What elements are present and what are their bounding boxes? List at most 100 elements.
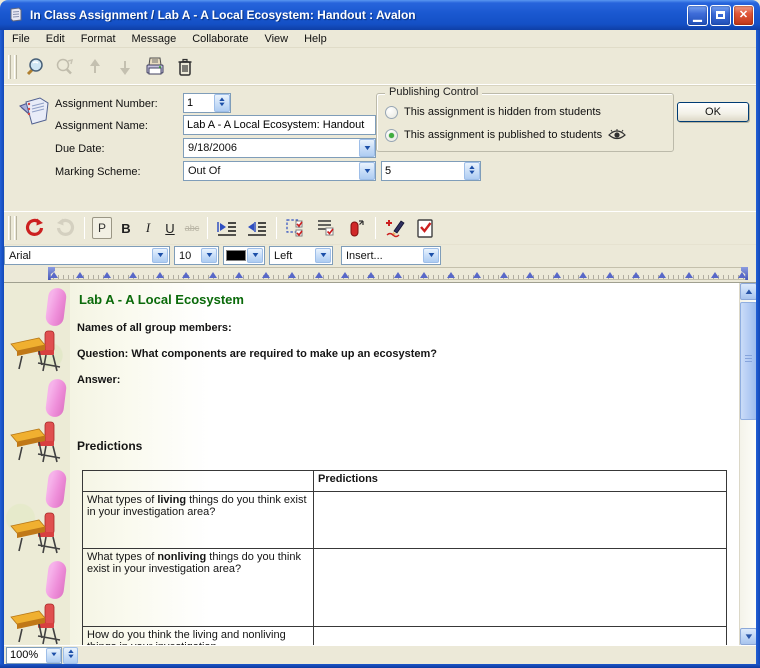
published-option-row[interactable]: This assignment is published to students xyxy=(385,127,626,143)
font-color-dropdown-button[interactable]: ▼ xyxy=(247,248,263,263)
stationery-tile xyxy=(4,283,70,374)
menu-edit[interactable]: Edit xyxy=(38,31,73,47)
chevron-down-icon: ▼ xyxy=(426,252,436,259)
approve-button[interactable] xyxy=(412,215,438,241)
due-date-label: Due Date: xyxy=(55,139,105,159)
insert-dropdown[interactable]: Insert... ▼ xyxy=(341,246,441,265)
document-content[interactable]: Lab A - A Local Ecosystem Names of all g… xyxy=(70,283,739,645)
out-of-stepper[interactable]: ▲▼ xyxy=(381,161,481,181)
font-family-dropdown-button[interactable]: ▼ xyxy=(152,248,168,263)
zoom-dropdown-button[interactable]: ▼ xyxy=(46,648,61,663)
undo-button[interactable] xyxy=(22,215,48,241)
answer-line: Answer: xyxy=(77,374,120,386)
italic-button[interactable]: I xyxy=(137,220,159,236)
redo-button[interactable] xyxy=(52,215,78,241)
paragraph-button[interactable]: P xyxy=(92,217,112,239)
hidden-radio[interactable] xyxy=(385,106,398,119)
find-next-button[interactable] xyxy=(52,54,78,80)
due-date-dropdown-button[interactable]: ▼ xyxy=(359,139,375,157)
vertical-scrollbar[interactable]: ▲ ▼ xyxy=(739,283,756,645)
answer-cell[interactable] xyxy=(314,492,727,549)
menu-view[interactable]: View xyxy=(256,31,296,47)
minimize-button[interactable]: ▁ xyxy=(687,5,708,26)
editor-toolbar-grip[interactable] xyxy=(8,216,11,240)
checklist-button[interactable] xyxy=(313,215,339,241)
stationery-tile xyxy=(4,556,70,645)
assignment-name-field[interactable] xyxy=(183,115,376,135)
add-annotation-icon xyxy=(384,217,406,239)
marker-button[interactable] xyxy=(343,215,369,241)
toolbar-grip-2[interactable] xyxy=(14,55,17,79)
header-cell-empty xyxy=(83,471,314,492)
ok-button[interactable]: OK xyxy=(677,102,749,122)
answer-cell[interactable] xyxy=(314,627,727,646)
marking-scheme-dropdown[interactable]: Out Of ▼ xyxy=(183,161,376,181)
assignment-number-spin-buttons[interactable]: ▲▼ xyxy=(214,94,230,112)
chevron-down-icon: ▼ xyxy=(318,252,328,259)
chevron-down-icon: ▼ xyxy=(362,145,372,152)
font-size-dropdown-button[interactable]: ▼ xyxy=(201,248,217,263)
indent-button[interactable] xyxy=(214,215,240,241)
outdent-button[interactable] xyxy=(244,215,270,241)
published-radio[interactable] xyxy=(385,129,398,142)
menu-collaborate[interactable]: Collaborate xyxy=(184,31,256,47)
font-color-swatch xyxy=(226,250,246,261)
select-objects-button[interactable] xyxy=(283,215,309,241)
search-icon xyxy=(24,56,46,78)
menu-format[interactable]: Format xyxy=(73,31,124,47)
marking-scheme-dropdown-button[interactable]: ▼ xyxy=(359,162,375,180)
document-editor-area[interactable]: Lab A - A Local Ecosystem Names of all g… xyxy=(4,282,756,645)
font-color-dropdown[interactable]: ▼ xyxy=(223,246,265,265)
menu-file[interactable]: File xyxy=(4,31,38,47)
due-date-dropdown[interactable]: 9/18/2006 ▼ xyxy=(183,138,376,158)
insert-dropdown-button[interactable]: ▼ xyxy=(423,248,439,263)
zoom-spin-buttons[interactable]: ▲▼ xyxy=(63,647,78,664)
alignment-value: Left xyxy=(274,250,292,262)
next-item-icon xyxy=(115,57,135,77)
assignment-icon xyxy=(16,94,56,134)
maximize-button[interactable] xyxy=(710,5,731,26)
previous-item-button[interactable] xyxy=(82,54,108,80)
toolbar-separator xyxy=(84,217,85,239)
question-line: Question: What components are required t… xyxy=(77,348,437,360)
font-family-dropdown[interactable]: Arial ▼ xyxy=(4,246,170,265)
bold-button[interactable]: B xyxy=(115,221,137,236)
menu-message[interactable]: Message xyxy=(124,31,185,47)
header-cell-predictions: Predictions xyxy=(314,471,727,492)
assignment-form: Assignment Number: Assignment Name: Due … xyxy=(4,88,756,209)
stationery-border xyxy=(4,283,70,645)
strikethrough-button[interactable]: abc xyxy=(181,223,203,233)
scrollbar-thumb[interactable] xyxy=(740,302,756,420)
marking-scheme-value[interactable]: Out Of xyxy=(183,161,376,181)
toolbar-separator xyxy=(276,217,277,239)
table-row: What types of living things do you think… xyxy=(83,492,727,549)
add-annotation-button[interactable] xyxy=(382,215,408,241)
alignment-dropdown[interactable]: Left ▼ xyxy=(269,246,333,265)
hidden-option-row[interactable]: This assignment is hidden from students xyxy=(385,104,601,120)
underline-button[interactable]: U xyxy=(159,221,181,236)
toolbar-separator xyxy=(207,217,208,239)
print-button[interactable] xyxy=(142,54,168,80)
zoom-control[interactable]: 100% ▼ ▲▼ xyxy=(6,647,78,664)
red-marker-icon xyxy=(346,217,366,239)
editor-toolbar-grip-2[interactable] xyxy=(14,216,17,240)
font-toolbar: Arial ▼ 10 ▼ ▼ Left ▼ Insert... ▼ xyxy=(4,246,756,265)
alignment-dropdown-button[interactable]: ▼ xyxy=(315,248,331,263)
toolbar-grip[interactable] xyxy=(8,55,11,79)
due-date-value[interactable]: 9/18/2006 xyxy=(183,138,376,158)
scroll-down-button[interactable]: ▼ xyxy=(740,628,756,645)
assignment-number-stepper[interactable]: ▲▼ xyxy=(183,93,231,113)
answer-cell[interactable] xyxy=(314,549,727,627)
scroll-up-button[interactable]: ▲ xyxy=(740,283,756,300)
next-item-button[interactable] xyxy=(112,54,138,80)
assignment-name-input[interactable] xyxy=(183,115,376,135)
delete-button[interactable] xyxy=(172,54,198,80)
menu-help[interactable]: Help xyxy=(296,31,335,47)
names-line: Names of all group members: xyxy=(77,322,232,334)
font-size-dropdown[interactable]: 10 ▼ xyxy=(174,246,219,265)
search-button[interactable] xyxy=(22,54,48,80)
editor-toolbar: P B I U abc xyxy=(4,211,756,245)
close-button[interactable]: ✕ xyxy=(733,5,754,26)
chevron-down-icon: ▼ xyxy=(204,252,214,259)
out-of-spin-buttons[interactable]: ▲▼ xyxy=(464,162,480,180)
